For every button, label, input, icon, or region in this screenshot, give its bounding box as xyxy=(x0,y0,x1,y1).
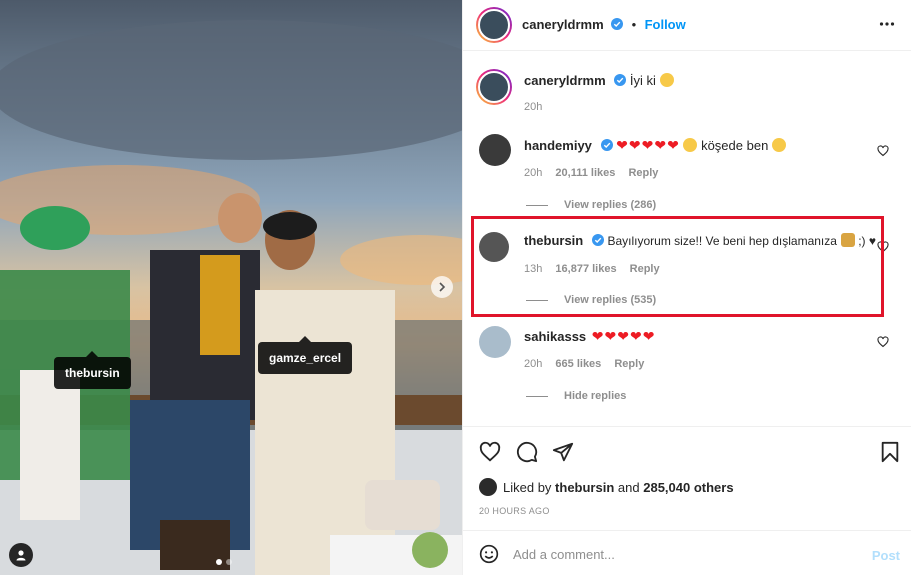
user-icon xyxy=(16,550,26,561)
save-bookmark-icon[interactable] xyxy=(880,441,900,463)
post-header: caneryldrmm • Follow xyxy=(463,0,911,51)
share-paper-plane-icon[interactable] xyxy=(552,441,574,463)
tagged-users-button[interactable] xyxy=(9,543,33,567)
comment-text-tail: ;) ♥ xyxy=(858,234,876,248)
verified-badge-icon xyxy=(600,139,613,151)
comment-text: Bayılıyorum size!! Ve beni hep dışlamanı… xyxy=(607,234,837,248)
author-avatar[interactable] xyxy=(476,7,512,43)
next-photo-button[interactable] xyxy=(431,276,453,298)
carousel-dot xyxy=(216,559,222,565)
likes-middle: and xyxy=(617,479,640,495)
like-comment-heart-icon[interactable] xyxy=(877,336,889,348)
emoji-smile-icon[interactable] xyxy=(479,544,499,564)
likes-summary: Liked by thebursin and 285,040 others xyxy=(479,478,734,496)
comment-time[interactable]: 20h xyxy=(524,358,542,370)
reply-button[interactable]: Reply xyxy=(614,358,644,370)
liker-avatar[interactable] xyxy=(479,478,497,496)
caption-avatar[interactable] xyxy=(476,69,512,105)
chevron-right-icon xyxy=(439,282,446,292)
more-options-icon[interactable] xyxy=(879,16,895,32)
hide-replies-label: Hide replies xyxy=(564,390,627,402)
caption-text: İyi ki xyxy=(629,73,656,88)
heart-emojis: ❤❤❤❤❤ xyxy=(591,328,656,344)
verified-badge-icon xyxy=(611,18,624,30)
post-actions-bar xyxy=(463,426,911,476)
carousel-dot xyxy=(226,559,232,565)
verified-badge-icon xyxy=(614,74,627,86)
likes-count[interactable]: 285,040 others xyxy=(643,480,733,495)
post-side-panel: caneryldrmm • Follow caneryldrmm İyi ki … xyxy=(462,0,911,575)
comment-time[interactable]: 20h xyxy=(524,167,542,179)
comment-time[interactable]: 13h xyxy=(524,263,542,275)
post-comment-button[interactable]: Post xyxy=(872,548,900,563)
photo-tag-gamze-ercel[interactable]: gamze_ercel xyxy=(258,336,353,374)
reply-button[interactable]: Reply xyxy=(630,263,660,275)
laughing-emoji-icon xyxy=(683,138,698,152)
like-comment-heart-icon[interactable] xyxy=(877,145,889,157)
post-photo[interactable]: thebursin gamze_ercel xyxy=(0,0,462,575)
reply-button[interactable]: Reply xyxy=(628,167,658,179)
verified-badge-icon xyxy=(591,234,604,246)
view-replies-button[interactable]: View replies (535) xyxy=(526,294,656,306)
add-comment-bar: Post xyxy=(463,530,911,575)
grimace-emoji-icon xyxy=(659,73,674,87)
comment-username[interactable]: handemiyy xyxy=(524,138,592,153)
author-username[interactable]: caneryldrmm xyxy=(522,17,604,32)
comment-username[interactable]: thebursin xyxy=(524,233,583,248)
separator-bullet: • xyxy=(631,17,637,32)
comment-avatar[interactable] xyxy=(479,326,511,358)
comment-bubble-icon[interactable] xyxy=(516,441,538,463)
heart-emojis: ❤❤❤❤❤ xyxy=(616,137,680,153)
photo-image xyxy=(0,0,462,575)
view-replies-label: View replies (286) xyxy=(564,199,657,211)
comment-likes[interactable]: 16,877 likes xyxy=(555,263,616,275)
comment-likes[interactable]: 20,111 likes xyxy=(555,167,615,179)
laughing-emoji-icon xyxy=(771,138,786,152)
view-replies-button[interactable]: View replies (286) xyxy=(526,199,656,211)
like-heart-icon[interactable] xyxy=(479,441,501,463)
comment-avatar[interactable] xyxy=(479,232,509,262)
like-comment-heart-icon[interactable] xyxy=(877,241,889,253)
follow-button[interactable]: Follow xyxy=(645,17,686,32)
comment-likes[interactable]: 665 likes xyxy=(555,358,601,370)
comment-username[interactable]: sahikasss xyxy=(524,329,586,344)
comment-avatar[interactable] xyxy=(479,134,511,166)
caption-time[interactable]: 20h xyxy=(524,101,542,113)
add-comment-input[interactable] xyxy=(513,543,843,565)
caption-username[interactable]: caneryldrmm xyxy=(524,73,606,88)
likes-prefix: Liked by xyxy=(503,479,552,495)
post-timestamp[interactable]: 20 HOURS AGO xyxy=(479,506,550,516)
liker-username[interactable]: thebursin xyxy=(555,480,614,495)
photo-tag-thebursin[interactable]: thebursin xyxy=(54,351,131,389)
view-replies-label: View replies (535) xyxy=(564,294,657,306)
carousel-indicator xyxy=(216,559,232,565)
comment-text: köşede ben xyxy=(701,138,769,153)
hide-replies-button[interactable]: Hide replies xyxy=(526,390,626,402)
jar-emoji-icon xyxy=(840,233,855,247)
